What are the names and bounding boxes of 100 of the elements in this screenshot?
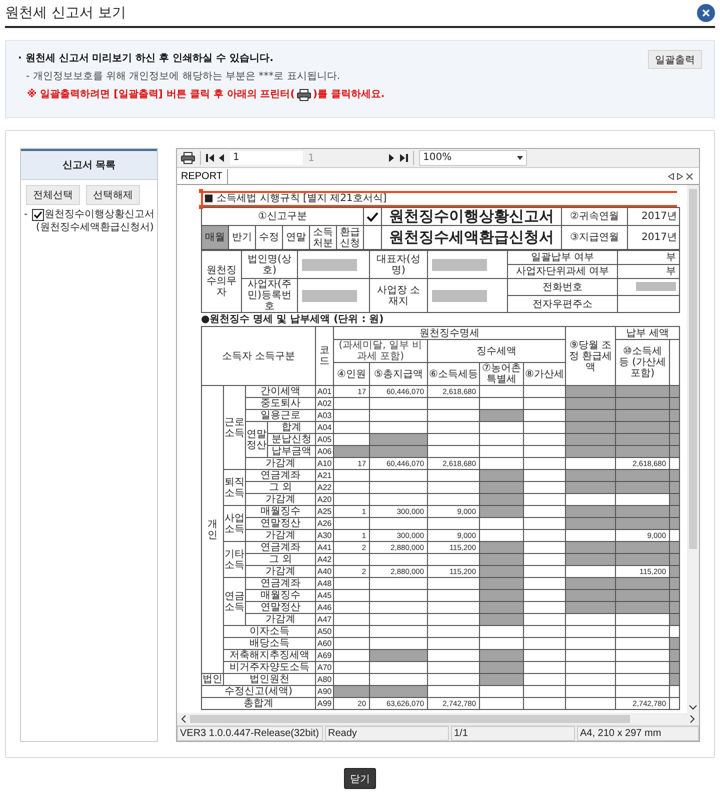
column-header: ④인원 (334, 362, 370, 386)
column-header: 납부 세액 (616, 326, 680, 340)
zoom-select[interactable]: 100% (419, 150, 527, 166)
row-code: A03 (316, 410, 334, 422)
printer-icon (296, 88, 311, 100)
redacted-block (302, 258, 357, 270)
status-cell: A4, 210 x 297 mm (577, 726, 699, 741)
warning-text: )를 클릭하세요. (312, 88, 385, 101)
status-cell: VER3 1.0.0.447-Release(32bit) (177, 726, 323, 741)
checkbox[interactable] (32, 208, 44, 220)
notice-text: · 원천세 신고서 미리보기 하신 후 인쇄하실 수 있습니다. (18, 52, 274, 65)
column-header: ⑨당월 조정 환급세액 (566, 326, 616, 386)
row-code: A30 (316, 530, 334, 542)
page-field[interactable]: 1 (230, 151, 303, 165)
row-code: A70 (316, 662, 334, 674)
next-page-icon[interactable] (389, 154, 395, 162)
row-code: A60 (316, 638, 334, 650)
redacted-block (302, 290, 357, 302)
form-title: 원천징수세액환급신청서 (382, 226, 562, 250)
form-label: 전자우편주소 (508, 296, 618, 312)
row-code: A26 (316, 518, 334, 530)
group-label: 근로소득 (224, 416, 244, 438)
status-cell: 1/1 (451, 726, 575, 741)
row-code: A01 (316, 386, 334, 398)
row-label: 연말정산 (246, 518, 316, 530)
left-chevron-icon[interactable] (181, 715, 186, 723)
row-code: A47 (316, 614, 334, 626)
select-button[interactable]: 전체선택 (26, 185, 80, 205)
row-code: A48 (316, 578, 334, 590)
row-label: 저축해지추징세액 (224, 650, 316, 662)
row-code: A41 (316, 542, 334, 554)
row-label: 합계 (268, 422, 316, 434)
row-label: 연금계좌 (246, 542, 316, 554)
scrollbar-thumb[interactable] (689, 189, 697, 549)
row-label: 매월징수 (246, 590, 316, 602)
row-code: A22 (316, 482, 334, 494)
row-label: 비거주자양도소득 (224, 662, 316, 674)
option-cell: 반기 (228, 226, 256, 250)
selection-handle[interactable] (199, 205, 203, 209)
row-label: 일용근로 (246, 410, 316, 422)
column-header: ⑥소득세등 (428, 362, 480, 386)
section-title: ●원천징수 명세 및 납부세액 (단위 : 원) (201, 313, 385, 326)
row-code: A04 (316, 422, 334, 434)
last-page-icon[interactable] (400, 154, 408, 162)
left-triangle-icon[interactable] (668, 173, 674, 180)
option-cell: 환급신청 (336, 226, 364, 250)
form-label: 사업자단위과세 여부 (508, 264, 618, 278)
print-all-button[interactable]: 일괄출력 (648, 50, 702, 69)
row-code: A05 (316, 434, 334, 446)
row-code: A20 (316, 494, 334, 506)
report-item-subtitle: (원천징수세액환급신청서) (35, 221, 154, 234)
form-reference-text: ■ 소득세법 시행규칙 [별지 제21호서식] (203, 193, 388, 205)
form-value: 2017년 (628, 208, 680, 226)
check-icon (366, 210, 379, 222)
close-icon[interactable] (686, 173, 693, 180)
select-button[interactable]: 선택해제 (86, 185, 140, 205)
option-cell: 소득처분 (310, 226, 336, 250)
group-label: 퇴직소득 (224, 476, 244, 498)
group-label: 사업소득 (224, 512, 244, 534)
row-label: 간이세액 (246, 386, 316, 398)
form-label: 사업장 소재지 (370, 278, 428, 312)
group-label: 개인 (208, 518, 218, 540)
first-page-icon[interactable] (206, 154, 214, 162)
row-label: 가감계 (246, 530, 316, 542)
window-title: 원천세 신고서 보기 (5, 4, 126, 22)
right-triangle-icon[interactable] (677, 173, 683, 180)
printer-icon[interactable] (181, 152, 195, 164)
form-label: 일괄납부 여부 (508, 250, 618, 264)
row-label: 배당소득 (224, 638, 316, 650)
redacted-block (636, 282, 676, 292)
selection-handle[interactable] (199, 189, 203, 193)
row-code: A25 (316, 506, 334, 518)
row-code: A40 (316, 566, 334, 578)
row-label: 중도퇴사 (246, 398, 316, 410)
row-code: A99 (316, 698, 334, 710)
row-code: A10 (316, 458, 334, 470)
down-chevron-icon[interactable] (689, 705, 697, 710)
form-title: 원천징수이행상황신고서 (382, 208, 562, 226)
column-header: 원천징수명세 (334, 326, 566, 340)
previous-page-icon[interactable] (219, 154, 225, 162)
group-label: 기타소득 (224, 548, 244, 570)
form-label: 원천징수의무자 (202, 250, 242, 312)
row-label: 그 외 (246, 482, 316, 494)
close-button[interactable]: 닫기 (344, 768, 376, 789)
row-label: 납부금액 (268, 446, 316, 458)
scrollbar-thumb[interactable] (190, 715, 630, 723)
row-label: 수정신고(세액) (202, 686, 316, 698)
row-code: A42 (316, 554, 334, 566)
right-chevron-icon[interactable] (690, 715, 695, 723)
row-label: 매월징수 (246, 506, 316, 518)
column-header: (과세미달, 일부 비과세 포함) (334, 340, 428, 362)
form-label: 전화번호 (508, 278, 618, 296)
close-icon[interactable] (697, 4, 715, 22)
row-label: 가감계 (246, 566, 316, 578)
row-label: 가감계 (246, 458, 316, 470)
group-label: 법인 (202, 674, 222, 684)
report-item[interactable]: 원천징수이행상황신고서 (44, 208, 155, 221)
row-code: A21 (316, 470, 334, 482)
row-label: 그 외 (246, 554, 316, 566)
status-cell: Ready (325, 726, 449, 741)
